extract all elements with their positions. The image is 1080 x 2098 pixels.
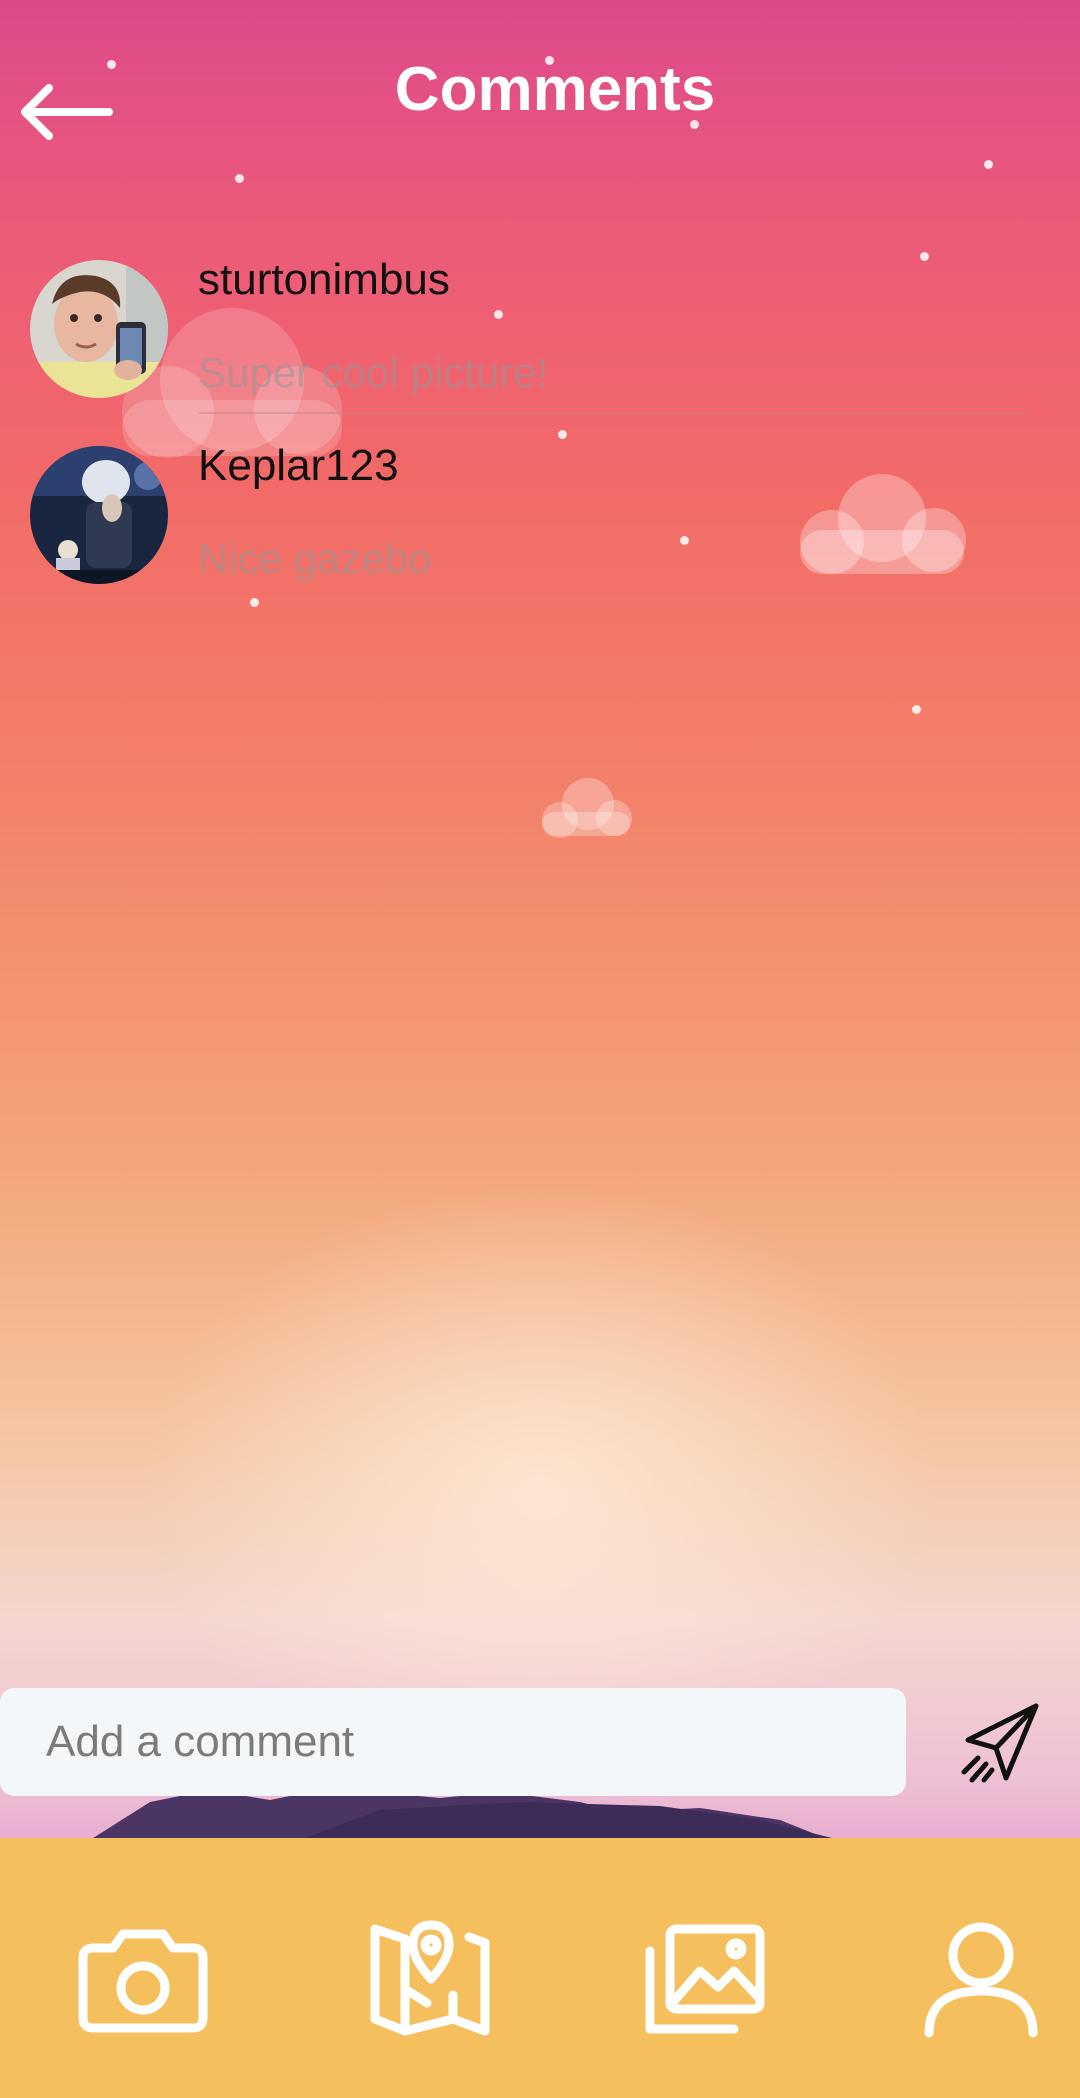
nav-map-button[interactable] xyxy=(355,1904,505,2054)
comment-item: sturtonimbus Super cool picture! xyxy=(0,250,1080,430)
comment-username[interactable]: sturtonimbus xyxy=(198,250,450,310)
page-title: Comments xyxy=(394,55,716,124)
divider xyxy=(198,412,1028,414)
send-button[interactable] xyxy=(948,1694,1048,1794)
comment-username[interactable]: Keplar123 xyxy=(198,436,399,496)
comments-screen: Comments sturtonimbus Super cool picture… xyxy=(0,0,1080,2098)
bottom-nav xyxy=(0,1838,1080,2098)
nav-camera-button[interactable] xyxy=(68,1904,218,2054)
avatar[interactable] xyxy=(30,260,168,398)
comment-text: Nice gazebo xyxy=(198,535,432,582)
send-paper-plane-icon xyxy=(961,1703,1039,1783)
cloud-decoration xyxy=(542,778,632,838)
comment-text: Super cool picture! xyxy=(198,349,549,396)
nav-profile-button[interactable] xyxy=(906,1904,1056,2054)
camera-icon xyxy=(78,1929,208,2033)
nav-gallery-button[interactable] xyxy=(630,1904,780,2054)
header: Comments xyxy=(0,0,1080,180)
comment-item: Keplar123 Nice gazebo xyxy=(0,436,1080,616)
avatar[interactable] xyxy=(30,446,168,584)
comment-input[interactable] xyxy=(0,1688,906,1796)
map-location-icon xyxy=(370,1920,490,2036)
gallery-icon xyxy=(645,1924,765,2034)
profile-icon xyxy=(924,1922,1038,2038)
star-decoration xyxy=(912,705,921,714)
comment-composer xyxy=(0,1688,1080,1800)
